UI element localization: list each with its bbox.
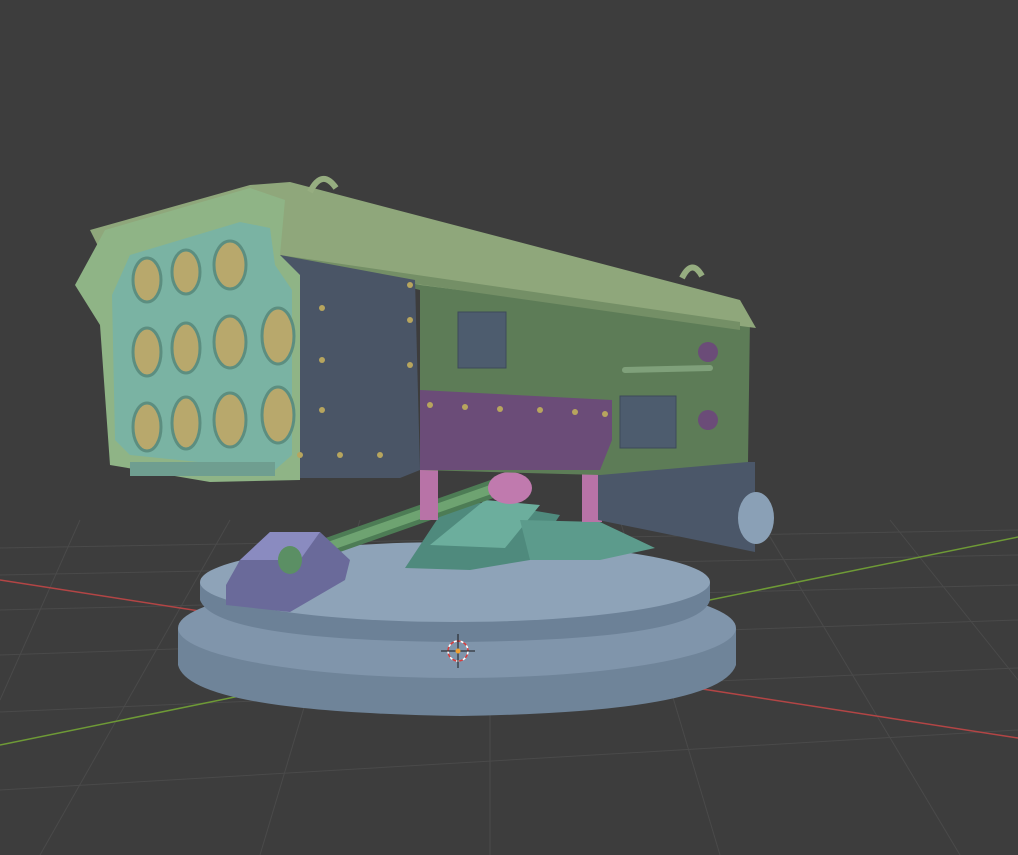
access-panel-front [457,311,507,369]
3d-viewport[interactable] [0,0,1018,855]
access-panel-rear [619,395,677,449]
